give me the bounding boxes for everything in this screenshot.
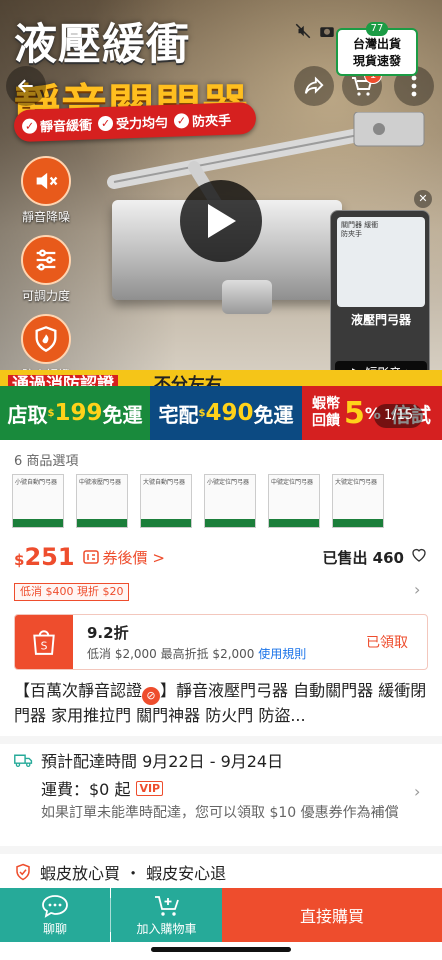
mute-icon: ⊘ [142, 687, 161, 705]
share-button[interactable] [294, 66, 334, 106]
flame-shield-icon [21, 314, 71, 364]
certification-strip: 通過消防認證 不分左右 [0, 370, 442, 386]
option-thumbnail[interactable]: 中號液壓門弓器 [76, 474, 128, 528]
camera-status-icon [318, 22, 336, 44]
delivery-eta: 預計配達時間 9月22日 - 9月24日 [41, 752, 284, 771]
product-title: 【百萬次靜音認證 ⊘ 】靜音液壓門弓器 自動關門器 緩衝閉門器 家用推拉門 關門神器… [14, 681, 427, 725]
option-thumbnail[interactable]: 大號定位門弓器 [332, 474, 384, 528]
arrow-left-icon [17, 79, 33, 93]
option-thumbnail[interactable]: 大號自動門弓器 [140, 474, 192, 528]
mute-speaker-icon [21, 156, 71, 206]
mute-status-icon [294, 22, 312, 44]
sliders-icon [21, 235, 71, 285]
bar-divider [110, 898, 111, 932]
taiwan-shipping-badge: 台灣出貨 現貨速發 77 [336, 22, 418, 76]
status-icons [294, 22, 336, 44]
share-icon [304, 76, 324, 94]
badge-number: 77 [366, 22, 388, 36]
chevron-right-icon[interactable]: › [414, 580, 420, 599]
bottom-action-bar: 聊聊 加入購物車 直接購買 [0, 888, 442, 942]
feature-item: ✓ 靜音緩衝 [21, 114, 93, 135]
home-delivery-promo: 宅配 $490 免運 [150, 386, 302, 440]
coupon-icon [82, 550, 99, 564]
truck-icon [14, 754, 33, 767]
headline-line1: 液壓緩衝 [14, 20, 190, 70]
chevron-right-icon[interactable]: › [414, 782, 420, 801]
voucher-percent: 9.2折 [87, 624, 129, 642]
close-short-video-button[interactable]: ✕ [414, 190, 432, 208]
short-video-card[interactable]: 關門器 緩衝防夾手 液壓門弓器 ▶ 短影音 › [330, 210, 430, 386]
voucher-claimed-status[interactable]: 已領取 [347, 632, 427, 652]
feature-mute: 靜音降噪 [14, 156, 78, 225]
door-closer-valve [222, 280, 272, 314]
product-price: $251 [14, 543, 75, 571]
shopee-guarantee[interactable]: 蝦皮放心買 ・ 蝦皮安心退 [14, 860, 226, 884]
home-indicator [151, 947, 291, 952]
more-vertical-icon [411, 75, 417, 97]
option-thumbnail[interactable]: 中號定位門弓器 [268, 474, 320, 528]
options-count-label[interactable]: 6 商品選項 [14, 450, 78, 469]
discount-tag[interactable]: 低消 $400 現折 $20 [14, 583, 130, 601]
shopee-bag-icon: S [15, 615, 73, 669]
short-video-caption: 液壓門弓器 [350, 313, 411, 327]
late-delivery-note: 如果訂單未能準時配達，您可以領取 $10 優惠券作為補償 [41, 805, 399, 821]
check-icon: ✓ [21, 117, 38, 134]
feature-icons: 靜音降噪 可調力度 防火認證 [14, 156, 78, 386]
play-icon [208, 204, 236, 238]
play-video-button[interactable] [180, 180, 262, 262]
back-button[interactable] [6, 66, 46, 106]
product-image-carousel[interactable]: 液壓緩衝 靜音關門器 ✓ 靜音緩衝 ✓ 受力均勻 ✓ 防夾手 靜音降噪 [0, 0, 442, 386]
option-thumbnail[interactable]: 小號定位門弓器 [204, 474, 256, 528]
option-thumbnails: 小號自動門弓器 中號液壓門弓器 大號自動門弓器 小號定位門弓器 中號定位門弓器 … [12, 474, 384, 528]
heart-icon[interactable] [410, 546, 428, 568]
voucher-card[interactable]: S 9.2折 低消 $2,000 最高折抵 $2,000 使用規則 已領取 [14, 614, 428, 670]
svg-text:S: S [41, 640, 48, 653]
voucher-condition: 低消 $2,000 最高折抵 $2,000 使用規則 [87, 647, 307, 661]
chat-button[interactable]: 聊聊 [0, 888, 110, 942]
shipping-section[interactable]: 預計配達時間 9月22日 - 9月24日 運費：$0 起 VIP 如果訂單未能準… [14, 748, 428, 823]
after-coupon-price-link[interactable]: 券後價 > [82, 547, 165, 568]
store-pickup-promo: 店取 $199 免運 [0, 386, 150, 440]
section-divider [0, 736, 442, 744]
vip-badge: VIP [136, 780, 164, 796]
chat-bubble-icon [42, 894, 68, 918]
option-thumbnail[interactable]: 小號自動門弓器 [12, 474, 64, 528]
add-to-cart-button[interactable]: 加入購物車 [111, 888, 222, 942]
feature-adjustable: 可調力度 [14, 235, 78, 304]
cart-plus-icon [154, 895, 179, 916]
price-row: $251 券後價 > 已售出 460 [14, 540, 428, 574]
buy-now-button[interactable]: 直接購買 [222, 888, 442, 942]
shipping-fee: 運費：$0 起 [41, 780, 131, 799]
usage-rules-link[interactable]: 使用規則 [258, 647, 306, 661]
shield-check-icon [16, 863, 30, 881]
image-counter: 1/15 [374, 404, 424, 428]
sold-count: 已售出 460 [322, 548, 404, 567]
section-divider [0, 846, 442, 854]
